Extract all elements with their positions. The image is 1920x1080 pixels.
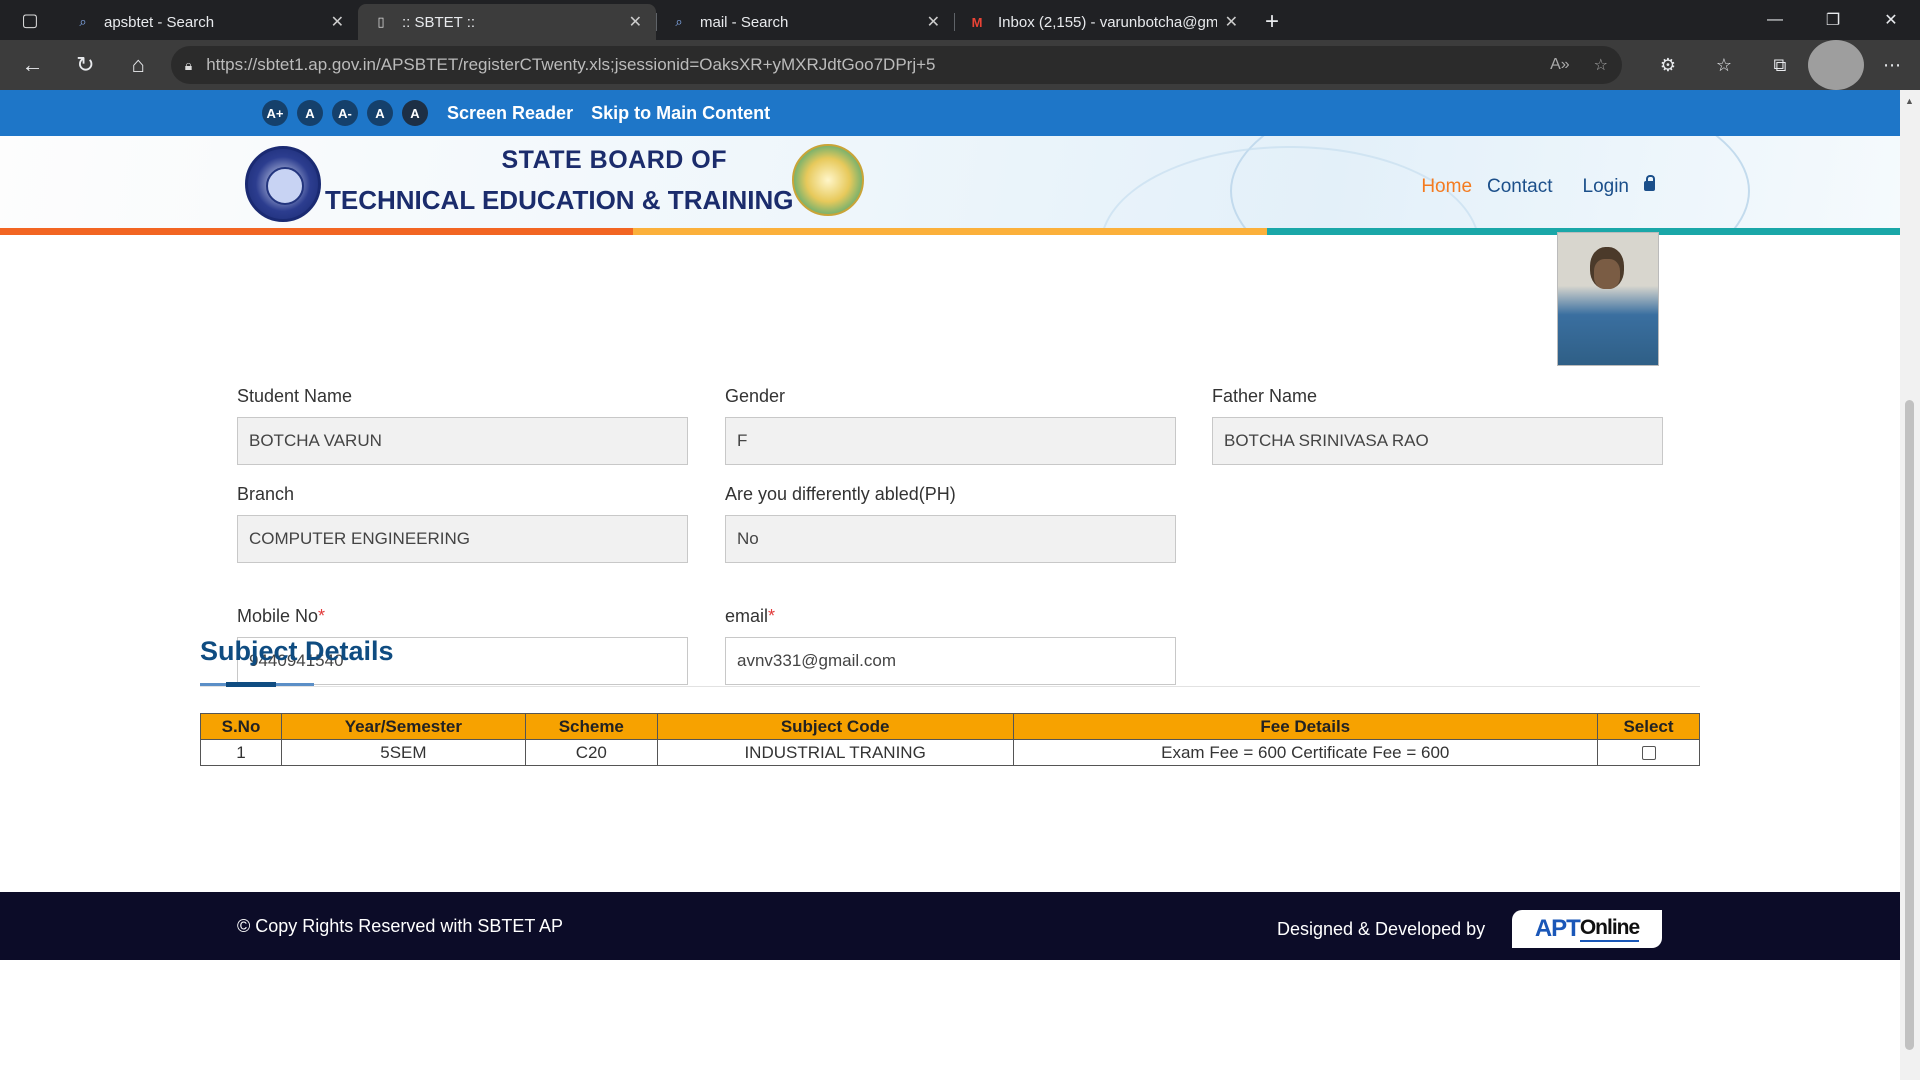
nav-contact-link[interactable]: Contact: [1487, 176, 1552, 198]
email-input[interactable]: avnv331@gmail.com: [725, 637, 1176, 685]
select-checkbox[interactable]: [1641, 746, 1656, 761]
site-header: STATE BOARD OF TECHNICAL EDUCATION & TRA…: [0, 136, 1900, 228]
font-decrease-button[interactable]: A-: [332, 100, 358, 126]
read-aloud-icon[interactable]: A»: [1550, 56, 1570, 74]
tab-gmail-inbox[interactable]: M Inbox (2,155) - varunbotcha@gm ✕: [954, 4, 1252, 40]
page-icon: ▯: [377, 14, 385, 29]
close-tab-icon[interactable]: ✕: [629, 12, 642, 32]
col-header-semester: Year/Semester: [280, 713, 526, 740]
copyright-text: © Copy Rights Reserved with SBTET AP: [237, 916, 564, 936]
gmail-icon: M: [971, 14, 983, 30]
cell-sno: 1: [200, 739, 282, 766]
col-header-select: Select: [1597, 713, 1700, 740]
refresh-icon[interactable]: ↻: [59, 40, 112, 90]
add-favorite-icon[interactable]: ☆: [1594, 55, 1608, 75]
nav-home-link[interactable]: Home: [1421, 176, 1472, 198]
screen-reader-link[interactable]: Screen Reader: [447, 103, 573, 124]
father-name-field: Father Name BOTCHA SRINIVASA RAO: [1212, 386, 1663, 465]
cell-subject: INDUSTRIAL TRANING: [656, 739, 1014, 766]
col-header-scheme: Scheme: [524, 713, 658, 740]
aptonline-logo[interactable]: APT Online: [1512, 910, 1662, 948]
student-photo: [1557, 232, 1659, 366]
ph-input[interactable]: No: [725, 515, 1176, 563]
subject-table: S.No Year/Semester Scheme Subject Code F…: [200, 713, 1700, 766]
avatar: [1807, 40, 1864, 90]
url-bar[interactable]: 🔒︎ https://sbtet1.ap.gov.in/APSBTET/regi…: [170, 46, 1622, 84]
student-name-input[interactable]: BOTCHA VARUN: [237, 417, 688, 465]
nav-login-link[interactable]: Login: [1568, 175, 1655, 198]
header-nav: Home Contact Login: [1406, 175, 1655, 198]
father-name-input[interactable]: BOTCHA SRINIVASA RAO: [1212, 417, 1663, 465]
close-tab-icon[interactable]: ✕: [1225, 12, 1238, 32]
sbtet-emblem-logo: [245, 146, 321, 222]
favorites-icon[interactable]: ☆: [1696, 40, 1752, 90]
table-row: 1 5SEM C20 INDUSTRIAL TRANING Exam Fee =…: [200, 739, 1700, 766]
extensions-icon[interactable]: ⚙: [1640, 40, 1696, 90]
theme-dark-button[interactable]: A: [402, 100, 428, 126]
collections-icon[interactable]: ⧉: [1752, 40, 1808, 90]
font-normal-button[interactable]: A: [297, 100, 323, 126]
address-toolbar: ← ↻ ⌂ 🔒︎ https://sbtet1.ap.gov.in/APSBTE…: [0, 40, 1920, 90]
table-header-row: S.No Year/Semester Scheme Subject Code F…: [200, 713, 1700, 740]
scrollbar-thumb[interactable]: [1905, 400, 1914, 1050]
search-icon: ⌕: [675, 14, 683, 29]
title-divider: [200, 686, 1700, 687]
restore-icon[interactable]: ❐: [1804, 0, 1862, 40]
ph-field: Are you differently abled(PH) No: [725, 484, 1176, 563]
close-tab-icon[interactable]: ✕: [927, 12, 940, 32]
cell-select: [1597, 739, 1700, 766]
minimize-icon[interactable]: —: [1746, 0, 1804, 40]
gender-input[interactable]: F: [725, 417, 1176, 465]
student-name-field: Student Name BOTCHA VARUN: [237, 386, 688, 465]
cell-scheme: C20: [524, 739, 658, 766]
cell-semester: 5SEM: [280, 739, 526, 766]
more-menu-icon[interactable]: ⋯: [1864, 40, 1920, 90]
back-icon[interactable]: ←: [6, 40, 59, 90]
tab-sbtet[interactable]: ▯ :: SBTET :: ✕: [358, 4, 656, 40]
window-controls: — ❐ ✕: [1746, 0, 1920, 40]
designed-by-text: Designed & Developed by: [1277, 919, 1486, 939]
profile-icon[interactable]: [1807, 40, 1864, 90]
new-tab-button[interactable]: +: [1252, 4, 1292, 40]
search-icon: ⌕: [79, 14, 87, 29]
page-scrollbar[interactable]: ▲: [1900, 90, 1920, 1080]
col-header-fee-details: Fee Details: [1012, 713, 1598, 740]
scroll-up-icon[interactable]: ▲: [1905, 96, 1914, 106]
browser-tab-bar: ▢ ⌕ apsbtet - Search ✕ ▯ :: SBTET :: ✕ ⌕…: [0, 0, 1920, 40]
theme-light-button[interactable]: A: [367, 100, 393, 126]
skip-to-content-link[interactable]: Skip to Main Content: [591, 103, 770, 124]
accessibility-bar: A+ A A- A A Screen Reader Skip to Main C…: [0, 90, 1900, 136]
lock-icon: [1644, 175, 1655, 191]
site-footer: © Copy Rights Reserved with SBTET AP Des…: [0, 892, 1900, 960]
lock-icon[interactable]: 🔒︎: [185, 57, 192, 74]
tab-mail-search[interactable]: ⌕ mail - Search ✕: [656, 4, 954, 40]
gender-field: Gender F: [725, 386, 1176, 465]
close-tab-icon[interactable]: ✕: [331, 12, 344, 32]
email-field: email* avnv331@gmail.com: [725, 606, 1176, 685]
col-header-subject-code: Subject Code: [656, 713, 1014, 740]
tab-apsbtet-search[interactable]: ⌕ apsbtet - Search ✕: [60, 4, 358, 40]
org-title: STATE BOARD OF TECHNICAL EDUCATION & TRA…: [325, 146, 794, 215]
branch-input[interactable]: COMPUTER ENGINEERING: [237, 515, 688, 563]
font-increase-button[interactable]: A+: [262, 100, 288, 126]
cell-fee: Exam Fee = 600 Certificate Fee = 600: [1012, 739, 1598, 766]
title-accent: [200, 682, 314, 687]
col-header-sno: S.No: [200, 713, 282, 740]
branch-field: Branch COMPUTER ENGINEERING: [237, 484, 688, 563]
subject-details-title: Subject Details: [200, 636, 394, 666]
tab-actions-icon[interactable]: ▢: [0, 0, 60, 40]
home-icon[interactable]: ⌂: [112, 40, 165, 90]
close-window-icon[interactable]: ✕: [1862, 0, 1920, 40]
ap-government-seal-logo: [792, 144, 864, 216]
